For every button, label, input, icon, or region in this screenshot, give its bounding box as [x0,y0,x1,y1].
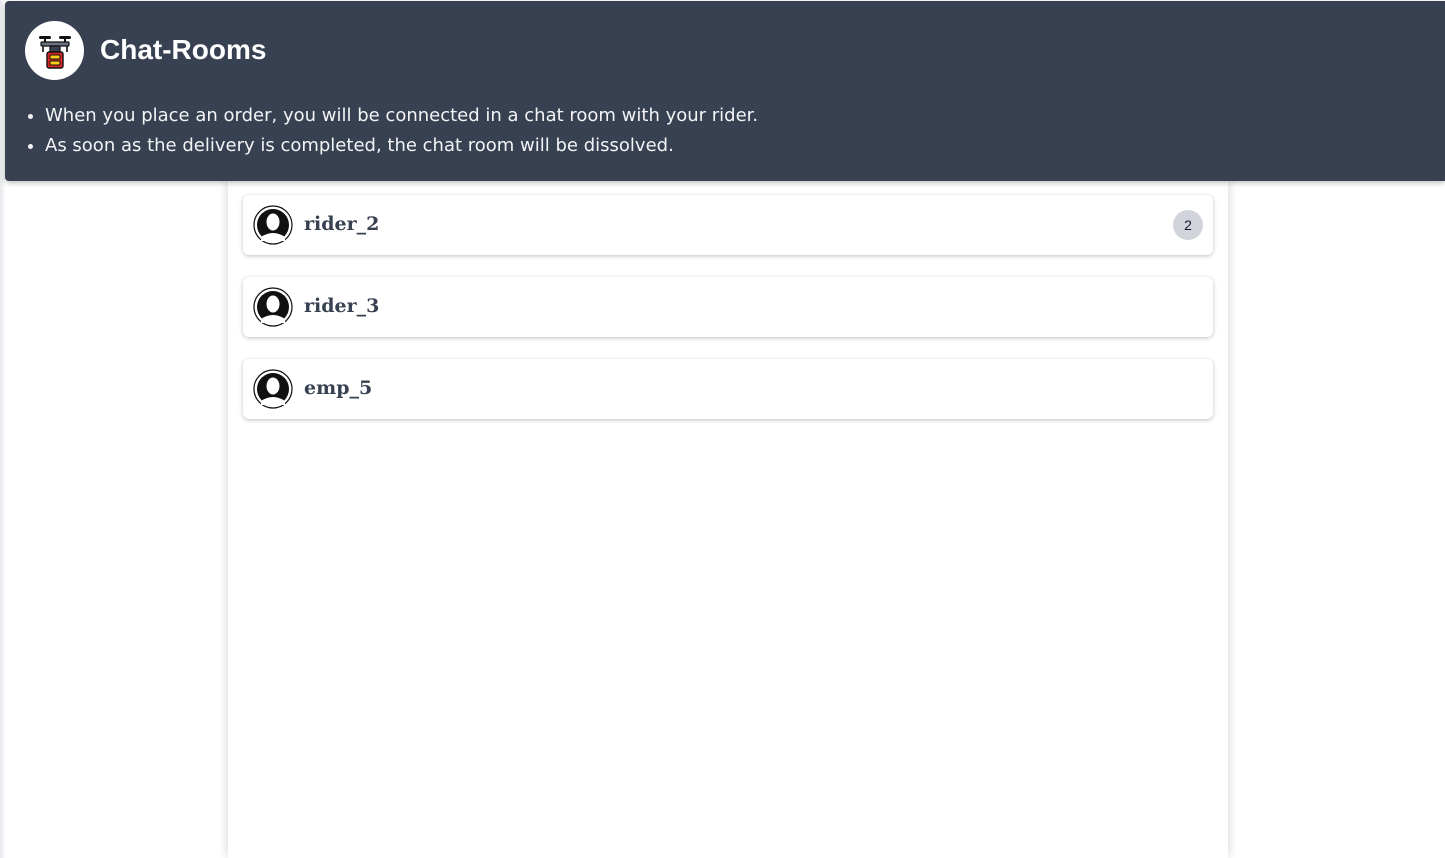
user-avatar-icon [253,287,293,327]
chat-room-item[interactable]: rider_2 2 [243,195,1213,255]
user-avatar-icon [253,369,293,409]
chat-room-name: rider_2 [304,213,380,235]
page: Chat-Rooms When you place an order, you … [0,0,1445,858]
header: Chat-Rooms When you place an order, you … [5,1,1445,181]
unread-count-badge: 2 [1173,210,1203,240]
drone-delivery-icon [25,21,84,80]
chat-room-item[interactable]: emp_5 [243,359,1213,419]
info-note: When you place an order, you will be con… [45,101,758,131]
page-title: Chat-Rooms [100,34,267,65]
info-notes: When you place an order, you will be con… [25,101,758,161]
chat-room-list: rider_2 2 rider_3 emp_5 [228,180,1228,858]
chat-room-name: emp_5 [304,377,373,399]
info-note: As soon as the delivery is completed, th… [45,131,758,161]
user-avatar-icon [253,205,293,245]
chat-room-name: rider_3 [304,295,380,317]
chat-room-item[interactable]: rider_3 [243,277,1213,337]
